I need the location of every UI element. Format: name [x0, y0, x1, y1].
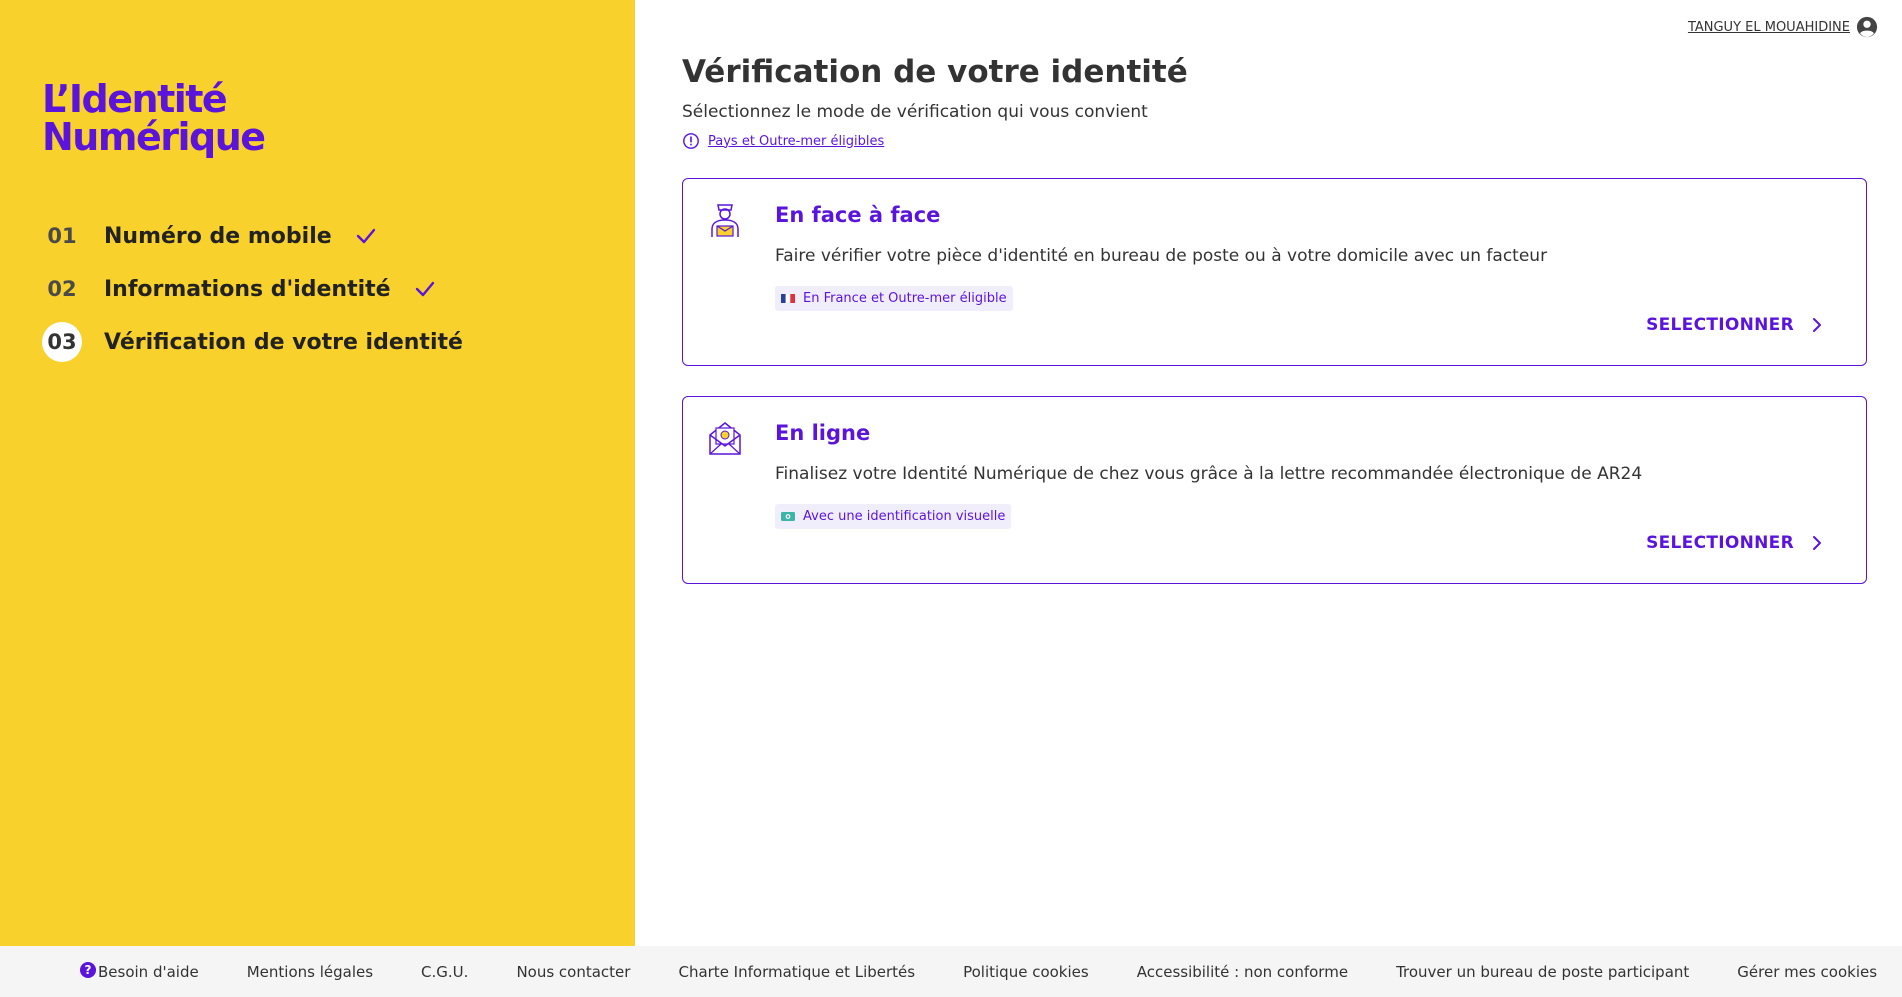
- footer: ? Besoin d'aide Mentions légales C.G.U. N…: [0, 946, 1902, 997]
- check-icon: [356, 228, 375, 244]
- step-identity-verification: 03 Vérification de votre identité: [42, 320, 463, 364]
- eligibility-notice: Pays et Outre-mer éligibles: [682, 132, 1867, 150]
- card-tag-label: Avec une identification visuelle: [803, 509, 1006, 524]
- footer-link-manage-cookies[interactable]: Gérer mes cookies: [1737, 963, 1877, 981]
- select-label: SELECTIONNER: [1646, 315, 1794, 335]
- card-online[interactable]: En ligne Finalisez votre Identité Numéri…: [682, 396, 1867, 584]
- card-tag-label: En France et Outre-mer éligible: [803, 291, 1007, 306]
- footer-link-cookie-policy[interactable]: Politique cookies: [963, 963, 1089, 981]
- step-number: 02: [47, 277, 77, 301]
- user-menu[interactable]: TANGUY EL MOUAHIDINE: [1688, 16, 1878, 38]
- step-identity-info: 02 Informations d'identité: [42, 267, 463, 311]
- select-label: SELECTIONNER: [1646, 533, 1794, 553]
- footer-link-charter[interactable]: Charte Informatique et Libertés: [678, 963, 915, 981]
- user-circle-icon[interactable]: [1856, 16, 1878, 38]
- footer-link-find-post-office[interactable]: Trouver un bureau de poste participant: [1396, 963, 1689, 981]
- step-mobile: 01 Numéro de mobile: [42, 214, 463, 258]
- postman-icon: [711, 204, 739, 237]
- brand-logo[interactable]: L’Identité Numérique: [42, 77, 266, 159]
- select-face-to-face-button[interactable]: SELECTIONNER: [1646, 315, 1826, 335]
- user-name[interactable]: TANGUY EL MOUAHIDINE: [1688, 20, 1850, 35]
- footer-link-label[interactable]: Besoin d'aide: [98, 963, 199, 981]
- brand-logo-line2: Numérique: [42, 115, 266, 159]
- footer-link-cgu[interactable]: C.G.U.: [421, 963, 468, 981]
- card-tag: En France et Outre-mer éligible: [775, 286, 1013, 311]
- step-number: 01: [47, 224, 77, 248]
- page-subtitle: Sélectionnez le mode de vérification qui…: [682, 102, 1148, 122]
- chevron-right-icon: [1813, 318, 1821, 332]
- check-icon: [415, 281, 434, 297]
- step-label: Informations d'identité: [104, 276, 391, 302]
- footer-link-help[interactable]: ? Besoin d'aide: [80, 961, 199, 981]
- help-icon[interactable]: ?: [80, 961, 96, 978]
- stepper: 01 Numéro de mobile 02 Informations d'id…: [42, 214, 463, 373]
- footer-link-accessibility[interactable]: Accessibilité : non conforme: [1137, 963, 1348, 981]
- step-label: Numéro de mobile: [104, 223, 332, 249]
- camera-icon: [781, 512, 795, 521]
- eligible-countries-link[interactable]: Pays et Outre-mer éligibles: [708, 134, 884, 149]
- france-flag-icon: [781, 294, 795, 303]
- card-tag: Avec une identification visuelle: [775, 504, 1012, 529]
- info-icon: [683, 133, 699, 149]
- chevron-right-icon: [1813, 536, 1821, 550]
- page-title: Vérification de votre identité: [682, 54, 1188, 90]
- card-face-to-face[interactable]: En face à face Faire vérifier votre pièc…: [682, 178, 1867, 366]
- brand-logo-line1: L’Identité: [42, 77, 228, 121]
- select-online-button[interactable]: SELECTIONNER: [1646, 533, 1826, 553]
- step-label: Vérification de votre identité: [104, 329, 463, 355]
- card-description: Finalisez votre Identité Numérique de ch…: [775, 464, 1643, 484]
- card-title: En ligne: [775, 421, 871, 445]
- footer-link-contact[interactable]: Nous contacter: [516, 963, 630, 981]
- step-number: 03: [42, 322, 82, 362]
- sidebar: L’Identité Numérique 01 Numéro de mobile…: [0, 0, 635, 946]
- main-content: Vérification de votre identité Sélection…: [682, 54, 1867, 614]
- footer-link-legal[interactable]: Mentions légales: [247, 963, 373, 981]
- envelope-icon: [709, 422, 741, 455]
- card-title: En face à face: [775, 203, 941, 227]
- card-description: Faire vérifier votre pièce d'identité en…: [775, 246, 1548, 266]
